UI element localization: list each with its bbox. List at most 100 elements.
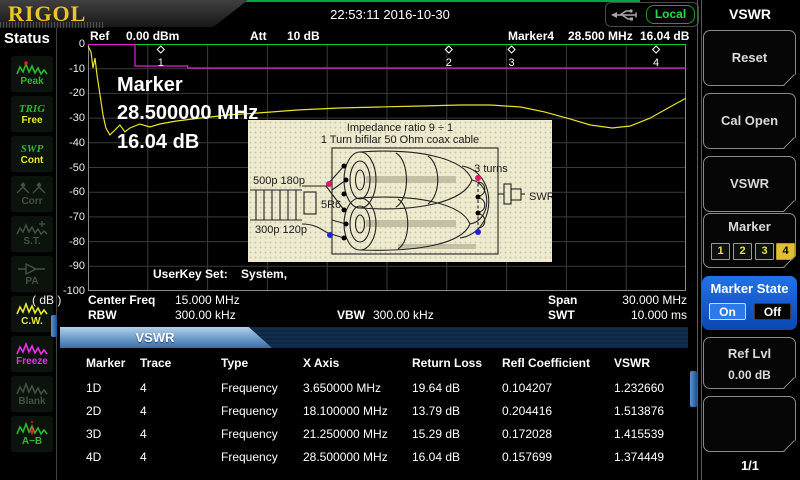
inset-cap-top-label: 500p 180p bbox=[253, 175, 305, 187]
top-bar: RIGOL 22:53:11 2016-10-30 Local bbox=[0, 0, 800, 28]
vbw-value: 300.00 kHz bbox=[373, 309, 434, 322]
marker-diamond-3 bbox=[508, 46, 515, 53]
usb-icon bbox=[610, 8, 640, 22]
att-value: 10 dB bbox=[287, 30, 320, 43]
table-cell: 1D bbox=[86, 381, 101, 395]
softkey-marker-state[interactable]: Marker State On Off bbox=[702, 276, 797, 330]
softkey-reset[interactable]: Reset bbox=[703, 30, 796, 86]
marker-select-2[interactable]: 2 bbox=[733, 243, 752, 260]
ref-label: Ref bbox=[90, 30, 109, 43]
y-axis-label: -50 bbox=[57, 162, 85, 174]
status-item-trig: TRIGFree bbox=[11, 96, 53, 132]
table-cell: 1.374449 bbox=[614, 450, 664, 464]
marker-diamond-4 bbox=[653, 46, 660, 53]
marker-readout-level: 16.04 dB bbox=[640, 30, 689, 43]
marker-number-2: 2 bbox=[446, 57, 452, 69]
inset-title-2: 1 Turn bifilar 50 Ohm coax cable bbox=[321, 134, 479, 146]
table-cell: 2D bbox=[86, 404, 101, 418]
marker-select-4[interactable]: 4 bbox=[776, 243, 795, 260]
span-label: Span bbox=[548, 294, 577, 307]
status-item-cw-label: C.W. bbox=[21, 316, 43, 327]
table-header-cell: Return Loss bbox=[412, 356, 482, 370]
y-axis-label: -40 bbox=[57, 137, 85, 149]
inset-cap-bottom-label: 300p 120p bbox=[255, 224, 307, 236]
instrument-screen: RIGOL 22:53:11 2016-10-30 Local Status P… bbox=[0, 0, 800, 480]
table-cell: 0.157699 bbox=[502, 450, 552, 464]
y-axis-label: -20 bbox=[57, 87, 85, 99]
marker-overlay-level: 16.04 dB bbox=[117, 132, 199, 152]
userkey-message: UserKey Set: System, bbox=[153, 268, 287, 281]
table-band: VSWR bbox=[60, 327, 688, 348]
panel-divider-1 bbox=[697, 0, 698, 480]
marker-number-4: 4 bbox=[653, 57, 659, 69]
table-cell: 15.29 dB bbox=[412, 427, 460, 441]
y-axis-label: -90 bbox=[57, 260, 85, 272]
wave-icon bbox=[16, 381, 48, 396]
table-cell: 4D bbox=[86, 450, 101, 464]
rigol-logo: RIGOL bbox=[8, 0, 86, 27]
wave-st-icon bbox=[16, 221, 48, 236]
softkey-marker-label: Marker bbox=[704, 219, 795, 234]
y-axis-label: -60 bbox=[57, 186, 85, 198]
inset-node-dots bbox=[326, 164, 481, 241]
ref-lvl-value: 0.00 dB bbox=[704, 368, 795, 382]
y-axis-label: -70 bbox=[57, 211, 85, 223]
marker-diamond-1 bbox=[157, 46, 164, 53]
table-header-row: MarkerTraceTypeX AxisReturn LossRefl Coe… bbox=[60, 356, 688, 370]
center-freq-value: 15.000 MHz bbox=[175, 294, 240, 307]
wave-corr-icon bbox=[16, 181, 48, 196]
clock: 22:53:11 2016-10-30 bbox=[300, 7, 480, 22]
table-header-cell: VSWR bbox=[614, 356, 650, 370]
status-item-swp-tag: SWP bbox=[21, 143, 44, 155]
table-cell: 1.513876 bbox=[614, 404, 664, 418]
status-item-trig-tag: TRIG bbox=[19, 103, 45, 115]
status-item-st-label: S.T. bbox=[23, 236, 40, 247]
panel-title: VSWR bbox=[700, 6, 800, 22]
table-cell: 18.100000 MHz bbox=[303, 404, 388, 418]
marker-number-1: 1 bbox=[158, 57, 164, 69]
rbw-value: 300.00 kHz bbox=[175, 309, 236, 322]
table-header-cell: Type bbox=[221, 356, 248, 370]
y-axis-label: -30 bbox=[57, 112, 85, 124]
table-cell: 1.232660 bbox=[614, 381, 664, 395]
marker-state-on-button[interactable]: On bbox=[709, 303, 746, 320]
marker-overlay-title: Marker bbox=[117, 75, 183, 95]
status-item-pa: PA bbox=[11, 256, 53, 292]
inset-turns-label: 3 turns bbox=[474, 163, 508, 175]
marker-readout-freq: 28.500 MHz bbox=[568, 30, 633, 43]
softkey-cal-open[interactable]: Cal Open bbox=[703, 93, 796, 149]
marker-select-3[interactable]: 3 bbox=[755, 243, 774, 260]
softkey-marker[interactable]: Marker 1234 bbox=[703, 213, 796, 268]
status-item-corr: Corr bbox=[11, 176, 53, 212]
ref-lvl-label: Ref Lvl bbox=[704, 346, 795, 361]
wave-ab-icon bbox=[16, 421, 48, 436]
status-item-pa-label: PA bbox=[25, 276, 38, 287]
rbw-label: RBW bbox=[88, 309, 117, 322]
ref-value: 0.00 dBm bbox=[126, 30, 179, 43]
marker-readout-label: Marker4 bbox=[508, 30, 554, 43]
table-cell: 0.172028 bbox=[502, 427, 552, 441]
softkey-ref-lvl[interactable]: Ref Lvl 0.00 dB bbox=[703, 337, 796, 389]
amp-icon bbox=[16, 261, 48, 276]
wave-peak-icon bbox=[16, 61, 48, 76]
softkey-vswr[interactable]: VSWR bbox=[703, 156, 796, 212]
table-cell: 16.04 dB bbox=[412, 450, 460, 464]
status-item-ab: A−B bbox=[11, 416, 53, 452]
inset-swr-label: SWR bbox=[529, 191, 552, 203]
page-indicator: 1/1 bbox=[700, 458, 800, 473]
table-cell: Frequency bbox=[221, 450, 278, 464]
status-item-peak-label: Peak bbox=[20, 76, 43, 87]
span-value: 30.000 MHz bbox=[597, 294, 687, 307]
table-cell: 3D bbox=[86, 427, 101, 441]
table-header-cell: Marker bbox=[86, 356, 125, 370]
table-cell: 1.415539 bbox=[614, 427, 664, 441]
swt-label: SWT bbox=[548, 309, 575, 322]
table-cell: 13.79 dB bbox=[412, 404, 460, 418]
status-item-corr-label: Corr bbox=[21, 196, 42, 207]
table-header-cell: Trace bbox=[140, 356, 171, 370]
softkey-empty[interactable] bbox=[703, 396, 796, 452]
marker-state-off-button[interactable]: Off bbox=[754, 303, 791, 320]
table-cell: 28.500000 MHz bbox=[303, 450, 388, 464]
status-item-trig-label: Free bbox=[21, 115, 42, 126]
marker-select-1[interactable]: 1 bbox=[711, 243, 730, 260]
